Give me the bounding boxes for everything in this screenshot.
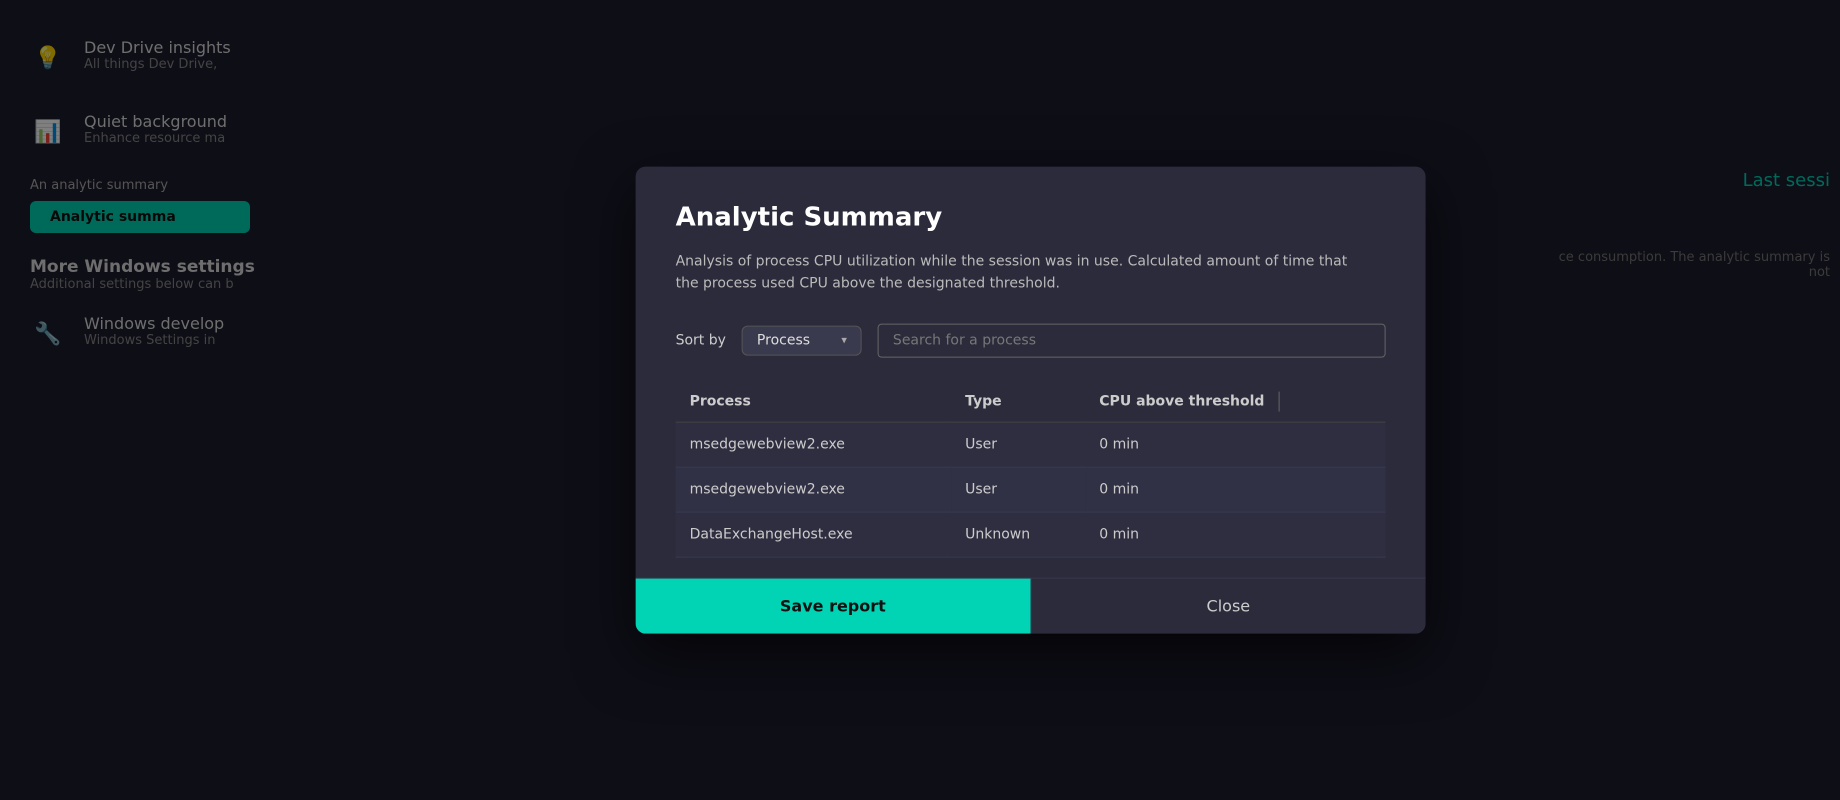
modal-description: Analysis of process CPU utilization whil…	[676, 251, 1356, 296]
table-row: msedgewebview2.exe User 0 min	[676, 422, 1386, 467]
col-process: Process	[676, 381, 952, 422]
search-input[interactable]	[893, 332, 1371, 348]
table-row: msedgewebview2.exe User 0 min	[676, 467, 1386, 512]
row1-cpu: 0 min	[1085, 422, 1385, 467]
row2-cpu: 0 min	[1085, 467, 1385, 512]
modal-title: Analytic Summary	[676, 203, 1386, 233]
chevron-down-icon: ▾	[841, 334, 847, 347]
modal-content: Analytic Summary Analysis of process CPU…	[636, 167, 1426, 578]
sort-value: Process	[757, 332, 810, 348]
row2-process: msedgewebview2.exe	[676, 467, 952, 512]
col-cpu: CPU above threshold	[1085, 381, 1385, 422]
table-header: Process Type CPU above threshold	[676, 381, 1386, 422]
col-divider	[1278, 391, 1279, 411]
row3-process: DataExchangeHost.exe	[676, 512, 952, 557]
row1-process: msedgewebview2.exe	[676, 422, 952, 467]
controls-row: Sort by Process ▾	[676, 323, 1386, 357]
table-row: DataExchangeHost.exe Unknown 0 min	[676, 512, 1386, 557]
row3-cpu: 0 min	[1085, 512, 1385, 557]
row3-type: Unknown	[951, 512, 1085, 557]
table-header-row: Process Type CPU above threshold	[676, 381, 1386, 422]
process-table: Process Type CPU above threshold msedgew…	[676, 381, 1386, 557]
analytic-summary-modal: Analytic Summary Analysis of process CPU…	[636, 167, 1426, 634]
col-cpu-label: CPU above threshold	[1099, 393, 1264, 409]
sort-label: Sort by	[676, 332, 726, 348]
table-body: msedgewebview2.exe User 0 min msedgewebv…	[676, 422, 1386, 557]
sort-dropdown[interactable]: Process ▾	[742, 325, 862, 355]
col-type: Type	[951, 381, 1085, 422]
row1-type: User	[951, 422, 1085, 467]
search-box[interactable]	[878, 323, 1386, 357]
save-report-button[interactable]: Save report	[636, 578, 1031, 633]
row2-type: User	[951, 467, 1085, 512]
close-button[interactable]: Close	[1030, 578, 1426, 633]
modal-footer: Save report Close	[636, 577, 1426, 633]
